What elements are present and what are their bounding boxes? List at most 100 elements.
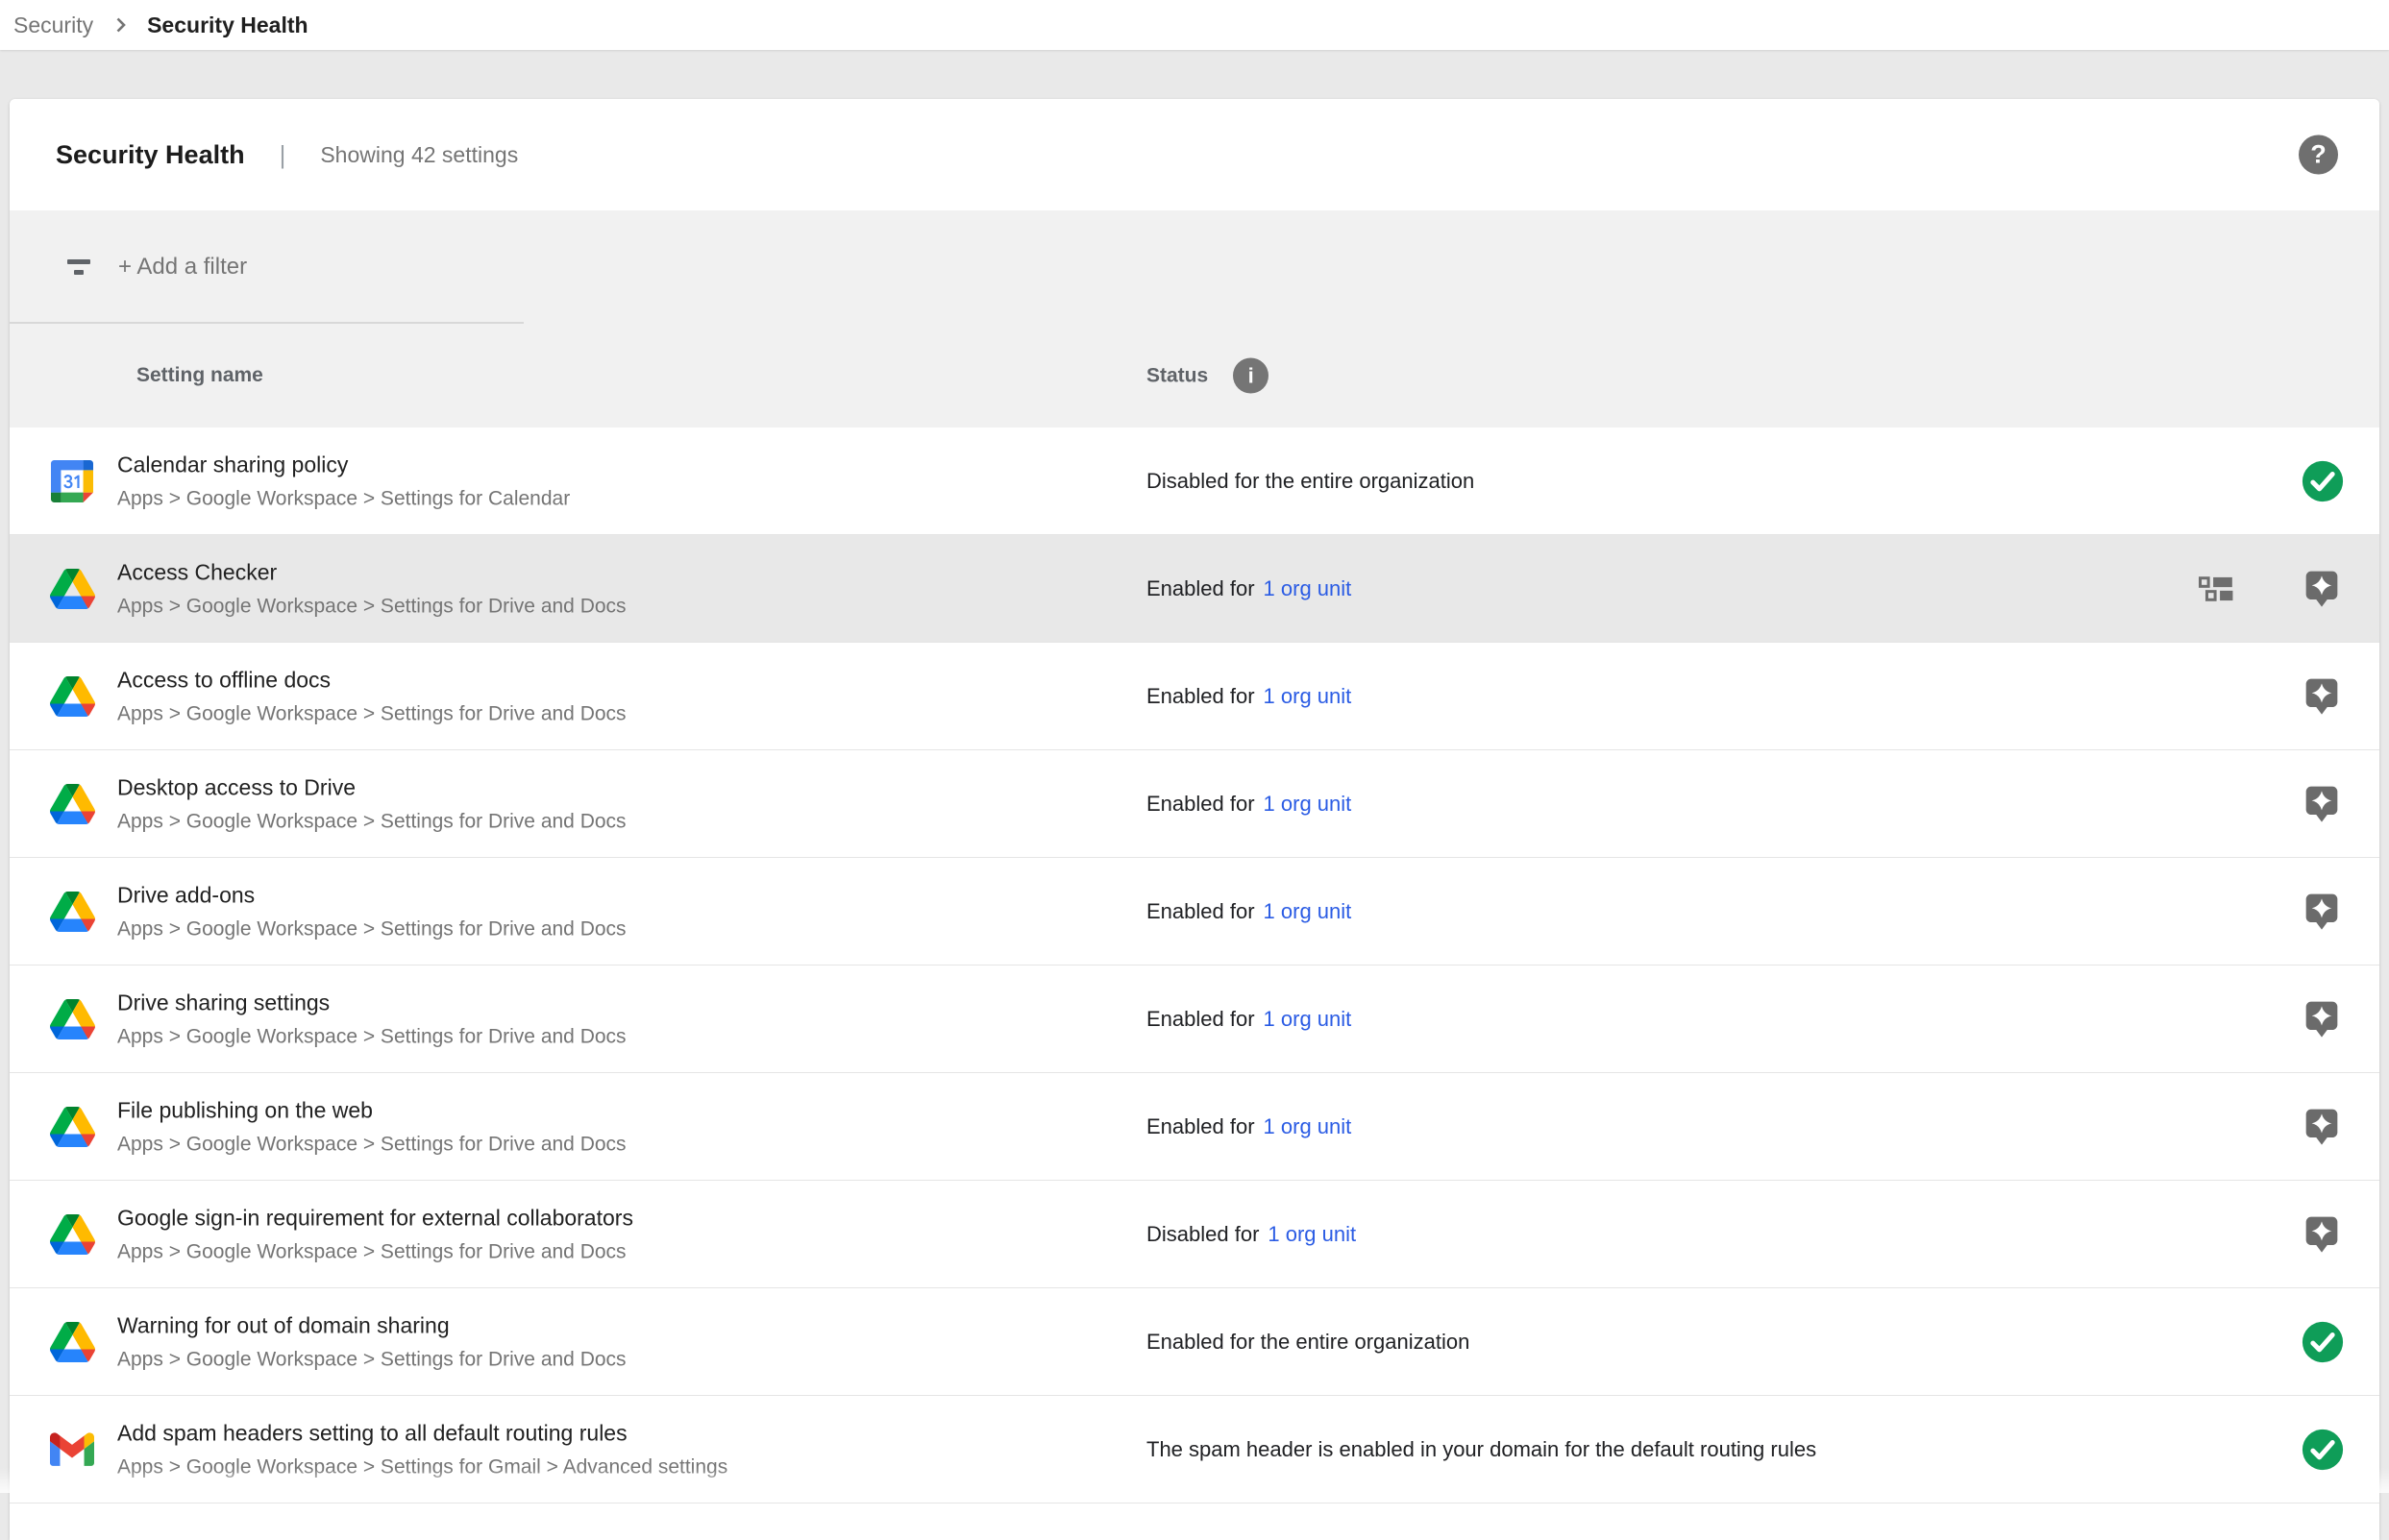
status-text: Enabled for bbox=[1146, 1007, 1255, 1032]
setting-name: Access Checker bbox=[117, 559, 627, 585]
drive-icon bbox=[50, 1322, 95, 1362]
setting-path: Apps > Google Workspace > Settings for C… bbox=[117, 487, 570, 510]
table-row[interactable]: Calendar sharing policy Apps > Google Wo… bbox=[10, 428, 2379, 535]
add-filter-button[interactable]: + Add a filter bbox=[118, 254, 247, 281]
status-cell: The spam header is enabled in your domai… bbox=[1146, 1437, 1816, 1462]
settings-count: Showing 42 settings bbox=[320, 142, 518, 168]
table-row[interactable]: Add spam headers setting to all default … bbox=[10, 1396, 2379, 1503]
recommendation-icon[interactable] bbox=[2303, 998, 2341, 1040]
setting-name: Drive sharing settings bbox=[117, 990, 627, 1015]
table-row[interactable]: Access Checker Apps > Google Workspace >… bbox=[10, 535, 2379, 643]
setting-text: Google sign-in requirement for external … bbox=[117, 1205, 633, 1263]
org-units-icon bbox=[2199, 576, 2233, 601]
status-cell: Enabled for 1 org unit bbox=[1146, 899, 1351, 924]
status-text: Enabled for bbox=[1146, 899, 1255, 924]
status-cell: Enabled for 1 org unit bbox=[1146, 792, 1351, 817]
recommendation-icon[interactable] bbox=[2303, 675, 2341, 718]
status-cell: Enabled for 1 org unit bbox=[1146, 576, 1351, 601]
drive-icon bbox=[50, 569, 95, 609]
recommendation-icon[interactable] bbox=[2303, 783, 2341, 825]
drive-icon bbox=[50, 784, 95, 824]
app-icon bbox=[46, 1211, 98, 1258]
table-row[interactable]: Google sign-in requirement for external … bbox=[10, 1181, 2379, 1288]
app-icon bbox=[46, 673, 98, 720]
breadcrumb-current: Security Health bbox=[147, 12, 308, 38]
drive-icon bbox=[50, 892, 95, 932]
table-row[interactable]: Desktop access to Drive Apps > Google Wo… bbox=[10, 750, 2379, 858]
breadcrumb: Security Security Health bbox=[0, 0, 2389, 50]
status-cell: Enabled for 1 org unit bbox=[1146, 1114, 1351, 1139]
status-cell: Enabled for 1 org unit bbox=[1146, 1007, 1351, 1032]
column-setting-name: Setting name bbox=[136, 364, 263, 387]
status-ok-icon bbox=[2301, 459, 2345, 503]
drive-icon bbox=[50, 999, 95, 1039]
status-cell: Enabled for 1 org unit bbox=[1146, 684, 1351, 709]
column-status: Status bbox=[1146, 364, 1208, 387]
recommendation-icon[interactable] bbox=[2303, 891, 2341, 933]
table-header: Setting name Status i bbox=[10, 324, 2379, 428]
chevron-right-icon bbox=[109, 13, 132, 37]
setting-path: Apps > Google Workspace > Settings for D… bbox=[117, 595, 627, 618]
app-icon bbox=[46, 458, 98, 504]
setting-text: Add spam headers setting to all default … bbox=[117, 1420, 727, 1479]
page-title: Security Health bbox=[56, 140, 245, 170]
title-separator: | bbox=[280, 140, 286, 170]
column-status-group: Status i bbox=[1146, 358, 1268, 394]
status-ok-icon bbox=[2301, 1428, 2345, 1472]
app-icon bbox=[46, 1104, 98, 1150]
setting-name: Desktop access to Drive bbox=[117, 774, 627, 800]
table-row[interactable]: Warning for out of domain sharing Apps >… bbox=[10, 1288, 2379, 1396]
setting-name: Drive add-ons bbox=[117, 882, 627, 908]
status-text: Enabled for the entire organization bbox=[1146, 1330, 1469, 1355]
recommendation-icon[interactable] bbox=[2303, 1106, 2341, 1148]
app-icon bbox=[46, 889, 98, 935]
setting-name: Calendar sharing policy bbox=[117, 452, 570, 477]
org-unit-link[interactable]: 1 org unit bbox=[1264, 792, 1352, 817]
status-text: The spam header is enabled in your domai… bbox=[1146, 1437, 1816, 1462]
setting-path: Apps > Google Workspace > Settings for D… bbox=[117, 1133, 627, 1156]
app-icon bbox=[46, 566, 98, 612]
calendar-icon bbox=[51, 460, 93, 502]
setting-name: File publishing on the web bbox=[117, 1097, 627, 1123]
status-cell: Enabled for the entire organization bbox=[1146, 1330, 1469, 1355]
setting-text: Desktop access to Drive Apps > Google Wo… bbox=[117, 774, 627, 833]
security-health-card: Security Health | Showing 42 settings ? … bbox=[10, 99, 2379, 1540]
drive-icon bbox=[50, 1107, 95, 1147]
status-text: Disabled for bbox=[1146, 1222, 1259, 1247]
table-row[interactable]: Access to offline docs Apps > Google Wor… bbox=[10, 643, 2379, 750]
setting-text: Drive sharing settings Apps > Google Wor… bbox=[117, 990, 627, 1048]
org-unit-link[interactable]: 1 org unit bbox=[1264, 1114, 1352, 1139]
setting-name: Add spam headers setting to all default … bbox=[117, 1420, 727, 1446]
status-ok-icon bbox=[2301, 1320, 2345, 1364]
status-cell: Disabled for 1 org unit bbox=[1146, 1222, 1356, 1247]
info-icon[interactable]: i bbox=[1233, 358, 1268, 394]
org-unit-link[interactable]: 1 org unit bbox=[1264, 684, 1352, 709]
org-unit-link[interactable]: 1 org unit bbox=[1268, 1222, 1356, 1247]
setting-text: Drive add-ons Apps > Google Workspace > … bbox=[117, 882, 627, 941]
status-text: Enabled for bbox=[1146, 576, 1255, 601]
recommendation-icon[interactable] bbox=[2303, 568, 2341, 610]
setting-path: Apps > Google Workspace > Settings for D… bbox=[117, 702, 627, 725]
drive-icon bbox=[50, 676, 95, 717]
table-row[interactable]: File publishing on the web Apps > Google… bbox=[10, 1073, 2379, 1181]
recommendation-icon[interactable] bbox=[2303, 1213, 2341, 1256]
setting-text: Calendar sharing policy Apps > Google Wo… bbox=[117, 452, 570, 510]
settings-table-body: Calendar sharing policy Apps > Google Wo… bbox=[10, 428, 2379, 1503]
setting-text: File publishing on the web Apps > Google… bbox=[117, 1097, 627, 1156]
setting-path: Apps > Google Workspace > Settings for D… bbox=[117, 917, 627, 941]
org-unit-link[interactable]: 1 org unit bbox=[1264, 1007, 1352, 1032]
setting-path: Apps > Google Workspace > Settings for D… bbox=[117, 1025, 627, 1048]
breadcrumb-parent-link[interactable]: Security bbox=[13, 12, 93, 38]
setting-path: Apps > Google Workspace > Settings for D… bbox=[117, 1348, 627, 1371]
app-icon bbox=[46, 1427, 98, 1473]
table-row[interactable]: Drive sharing settings Apps > Google Wor… bbox=[10, 966, 2379, 1073]
status-cell: Disabled for the entire organization bbox=[1146, 469, 1474, 494]
filter-bar: + Add a filter bbox=[10, 210, 2379, 324]
help-icon[interactable]: ? bbox=[2299, 135, 2338, 175]
setting-text: Access Checker Apps > Google Workspace >… bbox=[117, 559, 627, 618]
table-row[interactable]: Drive add-ons Apps > Google Workspace > … bbox=[10, 858, 2379, 966]
filter-icon[interactable] bbox=[61, 259, 96, 275]
setting-path: Apps > Google Workspace > Settings for D… bbox=[117, 1240, 633, 1263]
org-unit-link[interactable]: 1 org unit bbox=[1264, 576, 1352, 601]
org-unit-link[interactable]: 1 org unit bbox=[1264, 899, 1352, 924]
